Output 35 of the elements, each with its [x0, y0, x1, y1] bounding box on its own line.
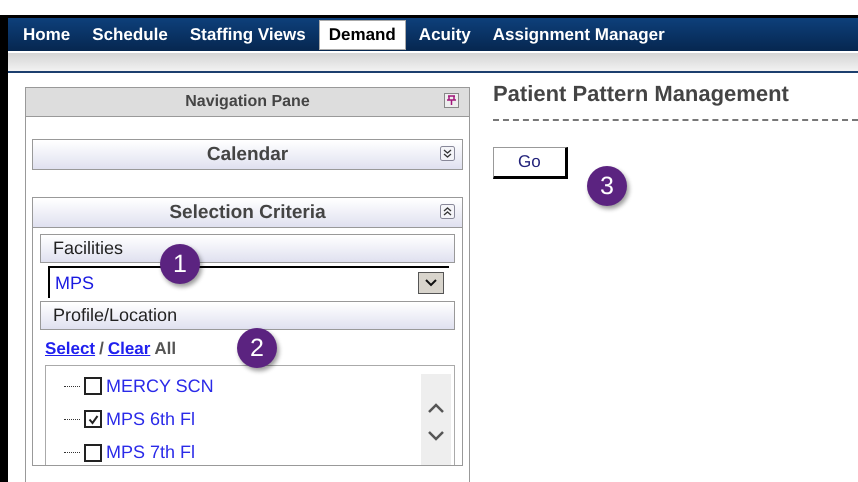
- nav-tab[interactable]: Home: [14, 20, 80, 48]
- dropdown-icon[interactable]: [418, 272, 444, 294]
- check-icon: [86, 412, 100, 426]
- section-header[interactable]: Calendar: [32, 139, 463, 170]
- separator: /: [99, 339, 104, 359]
- section-header[interactable]: Selection Criteria: [32, 197, 463, 228]
- facilities-label: Facilities: [53, 238, 124, 259]
- callout-badge: 3: [587, 166, 627, 206]
- nav-tab[interactable]: Schedule: [83, 20, 177, 48]
- section-title: Calendar: [206, 144, 288, 166]
- checkbox[interactable]: [84, 410, 102, 428]
- location-item[interactable]: MPS 6th Fl: [106, 408, 196, 430]
- section-title: Selection Criteria: [169, 202, 326, 224]
- nav-tab[interactable]: Acuity: [410, 20, 480, 48]
- pane-title: Navigation Pane: [185, 93, 310, 111]
- scroll-up-icon[interactable]: [427, 402, 445, 414]
- callout-badge: 2: [237, 328, 277, 368]
- checkbox[interactable]: [84, 377, 102, 396]
- nav-tab[interactable]: Assignment Manager: [484, 20, 674, 48]
- checkbox[interactable]: [84, 444, 102, 462]
- profile-location-label: Profile/Location: [53, 305, 178, 326]
- clear-link[interactable]: Clear: [108, 339, 150, 359]
- nav-tab[interactable]: Demand: [318, 20, 406, 50]
- location-item[interactable]: MERCY SCN: [106, 376, 214, 397]
- scroll-down-icon[interactable]: [427, 430, 445, 442]
- expand-icon[interactable]: [440, 146, 455, 161]
- scrollbar[interactable]: [421, 374, 451, 465]
- location-item[interactable]: MPS 7th Fl: [106, 442, 196, 464]
- pin-icon[interactable]: [444, 93, 459, 108]
- collapse-icon[interactable]: [440, 204, 455, 219]
- page-title: Patient Pattern Management: [493, 81, 790, 107]
- go-button[interactable]: Go: [493, 147, 568, 179]
- all-text: All: [154, 339, 176, 359]
- nav-tab[interactable]: Staffing Views: [180, 20, 315, 48]
- select-link[interactable]: Select: [45, 339, 96, 359]
